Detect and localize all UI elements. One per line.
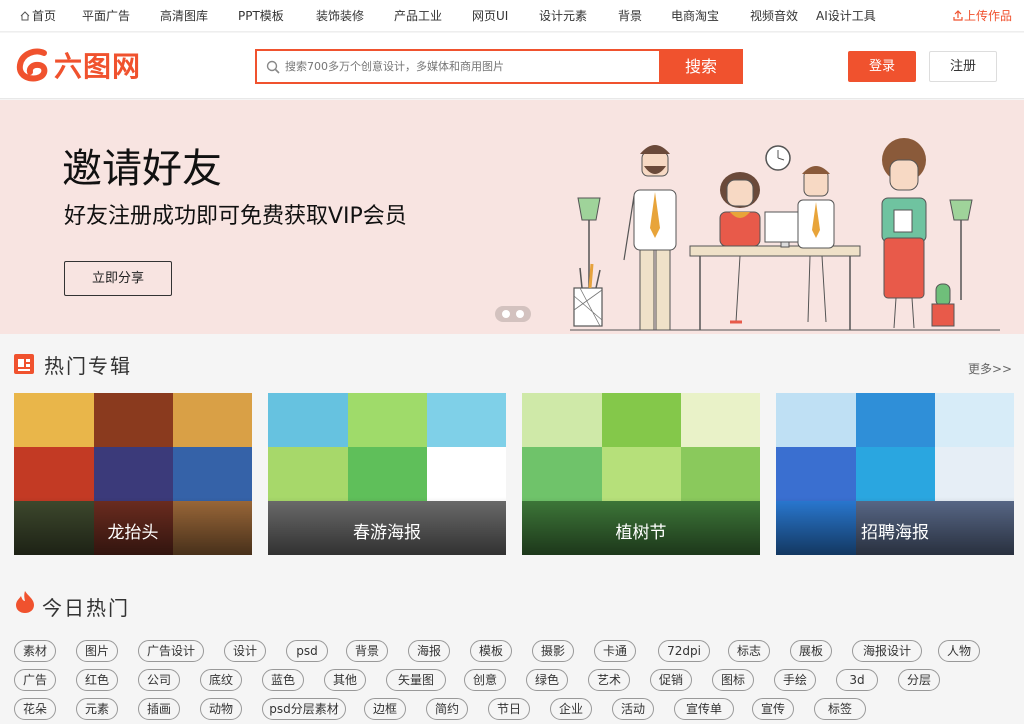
search-button[interactable]: 搜索 <box>659 49 743 84</box>
album-card-label: 招聘海报 <box>861 523 929 543</box>
hot-tag[interactable]: 绿色 <box>526 669 568 691</box>
hot-tag[interactable]: 设计 <box>224 640 266 662</box>
nav-item-video-audio[interactable]: 视频音效 <box>750 0 798 32</box>
hot-tag[interactable]: 手绘 <box>774 669 816 691</box>
wall-clock-icon <box>765 145 791 171</box>
album-card[interactable]: 招聘海报 <box>776 393 1014 555</box>
nav-item-ai-tools[interactable]: AI设计工具 <box>816 0 876 32</box>
hot-tag[interactable]: 72dpi <box>658 640 710 662</box>
hot-tag[interactable]: 活动 <box>612 698 654 720</box>
hot-tag[interactable]: 广告 <box>14 669 56 691</box>
hot-tag[interactable]: 宣传单 <box>674 698 734 720</box>
header: 六图网 搜索 登录 注册 <box>0 33 1024 99</box>
hot-tag[interactable]: 3d <box>836 669 878 691</box>
woman-with-clipboard-figure <box>881 138 927 329</box>
share-button[interactable]: 立即分享 <box>64 261 172 296</box>
hot-tag[interactable]: 红色 <box>76 669 118 691</box>
logo-text: 六图网 <box>54 50 142 83</box>
pencil-cup-icon <box>573 263 603 327</box>
nav-item-label: 首页 <box>32 9 57 23</box>
hot-tag[interactable]: 节日 <box>488 698 530 720</box>
hot-tag[interactable]: 海报 <box>408 640 450 662</box>
hot-tag[interactable]: 展板 <box>790 640 832 662</box>
hot-tag[interactable]: psd <box>286 640 328 662</box>
hot-tag[interactable]: 广告设计 <box>138 640 204 662</box>
album-card-label: 植树节 <box>615 523 667 543</box>
hot-tag[interactable]: 宣传 <box>752 698 794 720</box>
nav-item-ppt[interactable]: PPT模板 <box>238 0 284 32</box>
carousel-dot[interactable] <box>502 310 510 318</box>
album-card-label: 龙抬头 <box>107 523 159 543</box>
search-icon <box>266 60 280 74</box>
banner-title: 邀请好友 <box>62 146 222 192</box>
banner-subtitle: 好友注册成功即可免费获取VIP会员 <box>64 204 407 229</box>
nav-item-ecommerce[interactable]: 电商淘宝 <box>671 0 719 32</box>
floor-lamp-right-icon <box>949 199 973 300</box>
hot-tag[interactable]: 艺术 <box>588 669 630 691</box>
logo-mark-icon <box>16 48 48 82</box>
hot-tag[interactable]: 其他 <box>324 669 366 691</box>
hot-tag[interactable]: 边框 <box>364 698 406 720</box>
nav-item-home[interactable]: 首页 <box>20 0 56 32</box>
album-card[interactable]: 春游海报 <box>268 393 506 555</box>
hot-tag[interactable]: 海报设计 <box>852 640 922 662</box>
login-button[interactable]: 登录 <box>848 51 916 82</box>
upload-link[interactable]: 上传作品 <box>953 0 1012 32</box>
albums-section-title: 热门专辑 <box>44 354 132 378</box>
site-logo[interactable]: 六图网 <box>14 47 141 83</box>
hot-section-title: 今日热门 <box>42 596 130 620</box>
top-nav: 首页 平面广告 高清图库 PPT模板 装饰装修 产品工业 网页UI 设计元素 背… <box>0 0 1024 32</box>
hot-tag[interactable]: 标志 <box>728 640 770 662</box>
hot-tag[interactable]: 矢量图 <box>386 669 446 691</box>
album-card[interactable]: 龙抬头 <box>14 393 252 555</box>
hot-tag[interactable]: 元素 <box>76 698 118 720</box>
hot-tag[interactable]: 花朵 <box>14 698 56 720</box>
upload-icon <box>953 10 963 21</box>
hot-tag[interactable]: 背景 <box>346 640 388 662</box>
hot-tag[interactable]: 人物 <box>938 640 980 662</box>
nav-item-hd-gallery[interactable]: 高清图库 <box>160 0 208 32</box>
nav-item-product[interactable]: 产品工业 <box>394 0 442 32</box>
hot-tag[interactable]: 图标 <box>712 669 754 691</box>
album-card[interactable]: 植树节 <box>522 393 760 555</box>
hot-tag[interactable]: 企业 <box>550 698 592 720</box>
nav-item-decoration[interactable]: 装饰装修 <box>316 0 364 32</box>
home-icon <box>20 11 30 21</box>
search-input[interactable] <box>285 51 655 82</box>
nav-item-print-ads[interactable]: 平面广告 <box>82 0 130 32</box>
carousel-dots[interactable] <box>495 306 531 322</box>
hot-tag[interactable]: 蓝色 <box>262 669 304 691</box>
hot-tag[interactable]: 卡通 <box>594 640 636 662</box>
cactus-plant-icon <box>931 283 955 327</box>
more-albums-link[interactable]: 更多>> <box>968 360 1012 377</box>
man-with-tie-figure <box>797 166 835 323</box>
nav-item-design-elements[interactable]: 设计元素 <box>539 0 587 32</box>
albums-section-icon <box>14 354 34 374</box>
hot-tag[interactable]: 图片 <box>76 640 118 662</box>
hot-tag[interactable]: 模板 <box>470 640 512 662</box>
nav-item-background[interactable]: 背景 <box>618 0 642 32</box>
carousel-dot[interactable] <box>516 310 524 318</box>
hot-tag[interactable]: 标签 <box>814 698 866 720</box>
search-box: 搜索 <box>255 49 743 84</box>
hot-tag[interactable]: 底纹 <box>200 669 242 691</box>
hot-tag[interactable]: 公司 <box>138 669 180 691</box>
hot-tag[interactable]: 摄影 <box>532 640 574 662</box>
hot-tag[interactable]: 分层 <box>898 669 940 691</box>
hot-tag[interactable]: 插画 <box>138 698 180 720</box>
promo-banner[interactable]: 邀请好友 好友注册成功即可免费获取VIP会员 立即分享 <box>0 100 1024 334</box>
hot-tag[interactable]: psd分层素材 <box>262 698 346 720</box>
hot-tag[interactable]: 简约 <box>426 698 468 720</box>
hot-tag[interactable]: 动物 <box>200 698 242 720</box>
flame-icon <box>16 591 34 613</box>
upload-label: 上传作品 <box>963 9 1012 23</box>
register-button[interactable]: 注册 <box>929 51 997 82</box>
nav-item-web-ui[interactable]: 网页UI <box>472 0 508 32</box>
hot-tag[interactable]: 创意 <box>464 669 506 691</box>
man-with-beard-figure <box>623 145 677 331</box>
hot-tag[interactable]: 促销 <box>650 669 692 691</box>
hot-tag[interactable]: 素材 <box>14 640 56 662</box>
banner-illustration <box>570 138 1000 331</box>
album-card-label: 春游海报 <box>353 523 421 543</box>
